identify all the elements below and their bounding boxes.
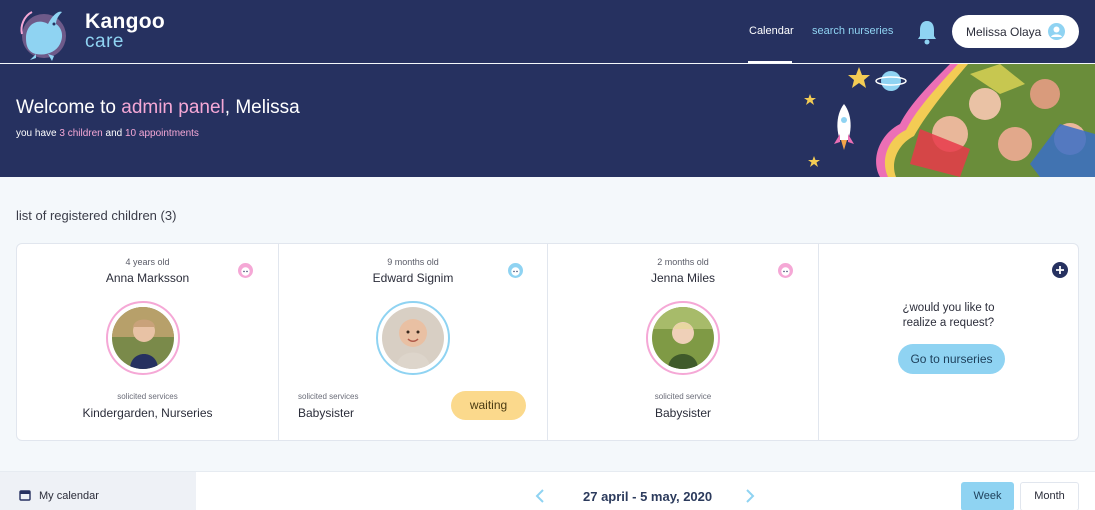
user-avatar-icon bbox=[1048, 23, 1065, 40]
month-view-button[interactable]: Month bbox=[1020, 482, 1079, 510]
child-card[interactable]: 2 months old Jenna Miles solicited servi… bbox=[548, 244, 819, 440]
service-value: Kindergarden, Nurseries bbox=[82, 406, 213, 420]
welcome-title: Welcome to admin panel, Melissa bbox=[16, 97, 300, 118]
children-cards: 4 years old Anna Marksson solicited serv… bbox=[16, 243, 1079, 441]
request-prompt: ¿would you like to realize a request? bbox=[902, 302, 995, 329]
child-card[interactable]: 4 years old Anna Marksson solicited serv… bbox=[17, 244, 279, 440]
child-avatar bbox=[646, 301, 720, 375]
child-avatar bbox=[106, 301, 180, 375]
nav-calendar-link[interactable]: Calendar bbox=[749, 25, 794, 37]
child-name: Edward Signim bbox=[372, 271, 454, 285]
girl-face-icon bbox=[238, 263, 253, 278]
service-label: solicited services bbox=[117, 392, 178, 401]
top-navbar: Kangoo care Calendar search nurseries Me… bbox=[0, 0, 1095, 63]
brand-subname: care bbox=[85, 31, 124, 52]
hero-illustration bbox=[804, 64, 1095, 177]
welcome-subtitle: you have 3 children and 10 appointments bbox=[16, 128, 199, 139]
welcome-banner: Welcome to admin panel, Melissa you have… bbox=[0, 64, 1095, 177]
children-list-title: list of registered children (3) bbox=[16, 208, 177, 223]
child-age: 9 months old bbox=[387, 257, 439, 267]
week-view-button[interactable]: Week bbox=[961, 482, 1014, 510]
request-card: ¿would you like to realize a request? Go… bbox=[819, 244, 1078, 440]
plus-circle-icon[interactable] bbox=[1052, 262, 1068, 278]
calendar-toolbar: My calendar 27 april - 5 may, 2020 Week … bbox=[0, 471, 1095, 510]
girl-face-icon bbox=[778, 263, 793, 278]
kangaroo-logo[interactable] bbox=[18, 4, 74, 62]
sidebar-item-my-calendar[interactable]: My calendar bbox=[0, 472, 196, 510]
nav-search-nurseries-link[interactable]: search nurseries bbox=[812, 25, 893, 37]
date-range-label: 27 april - 5 may, 2020 bbox=[583, 489, 713, 504]
child-card[interactable]: 9 months old Edward Signim solicited ser… bbox=[279, 244, 548, 440]
service-label: solicited service bbox=[654, 392, 712, 401]
service-value: Babysister bbox=[654, 406, 712, 420]
service-label: solicited services bbox=[298, 392, 359, 401]
user-menu-button[interactable]: Melissa Olaya bbox=[952, 15, 1079, 48]
sidebar-item-label: My calendar bbox=[39, 490, 99, 502]
child-avatar bbox=[376, 301, 450, 375]
chevron-right-icon[interactable] bbox=[744, 489, 756, 503]
boy-face-icon bbox=[508, 263, 523, 278]
active-nav-indicator bbox=[748, 61, 792, 63]
status-badge: waiting bbox=[451, 391, 526, 420]
service-value: Babysister bbox=[298, 406, 355, 420]
chevron-left-icon[interactable] bbox=[534, 489, 546, 503]
calendar-icon bbox=[19, 490, 31, 501]
user-name: Melissa Olaya bbox=[966, 25, 1042, 39]
bell-icon[interactable] bbox=[916, 19, 938, 45]
go-to-nurseries-button[interactable]: Go to nurseries bbox=[898, 344, 1005, 374]
